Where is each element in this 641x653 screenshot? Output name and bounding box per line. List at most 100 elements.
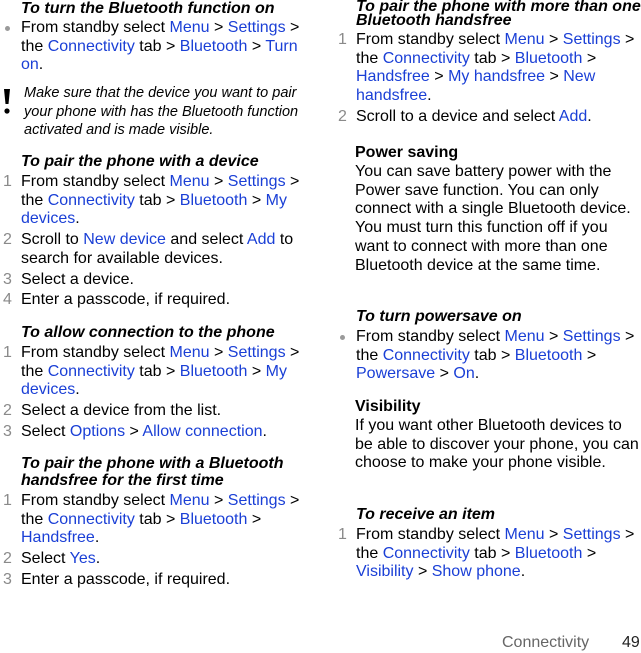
powersave-on-section: To turn powersave on From standby select… bbox=[335, 308, 641, 384]
text-run: and select bbox=[165, 231, 247, 249]
text-run: From standby select bbox=[21, 173, 170, 190]
menu-path-link[interactable]: Connectivity bbox=[383, 545, 470, 562]
menu-path-link[interactable]: Settings bbox=[563, 31, 621, 48]
text-run: Select bbox=[21, 550, 70, 568]
text-run: Scroll to bbox=[21, 231, 84, 249]
menu-path-link[interactable]: Connectivity bbox=[383, 347, 470, 364]
menu-path-link[interactable]: Options bbox=[70, 423, 125, 440]
menu-path-link[interactable]: Settings bbox=[228, 344, 286, 361]
subsection-title: Visibility bbox=[355, 398, 421, 415]
menu-path-link[interactable]: Settings bbox=[563, 526, 621, 543]
menu-path-link[interactable]: Handsfree bbox=[356, 68, 430, 85]
menu-path-link[interactable]: Settings bbox=[228, 19, 286, 36]
menu-path-link[interactable]: Menu bbox=[170, 492, 210, 509]
menu-path-link[interactable]: Yes bbox=[70, 550, 96, 567]
text-run: . bbox=[95, 550, 101, 568]
menu-path-link[interactable]: Settings bbox=[228, 492, 286, 509]
footer-section-name: Connectivity bbox=[502, 634, 590, 651]
bullet-icon bbox=[5, 26, 10, 31]
menu-path-link[interactable]: Bluetooth bbox=[180, 511, 248, 528]
step-text: Enter a passcode, if required. bbox=[21, 571, 230, 588]
step-number: 2 bbox=[3, 550, 12, 568]
bullet-item: From standby select Menu > Settings > th… bbox=[0, 19, 318, 75]
menu-path-link[interactable]: On bbox=[453, 365, 474, 382]
step-item: 4 Enter a passcode, if required. bbox=[0, 291, 318, 310]
bullet-icon bbox=[340, 335, 345, 340]
menu-path-link[interactable]: Bluetooth bbox=[515, 545, 583, 562]
menu-path-link[interactable]: Connectivity bbox=[48, 38, 135, 55]
section-heading: To pair the phone with a device bbox=[21, 153, 259, 170]
section-heading: To turn powersave on bbox=[356, 308, 522, 325]
text-run: . bbox=[75, 381, 80, 399]
step-text: From standby select Menu > Settings > th… bbox=[21, 492, 299, 546]
step-number: 3 bbox=[3, 422, 12, 440]
text-run: . bbox=[520, 563, 526, 581]
menu-path-link[interactable]: Connectivity bbox=[383, 50, 470, 67]
text-run: > bbox=[247, 362, 266, 380]
menu-path-link[interactable]: Connectivity bbox=[48, 192, 135, 209]
menu-path-link[interactable]: Powersave bbox=[356, 365, 435, 382]
subsection-title: Power saving bbox=[355, 144, 459, 161]
menu-path-link[interactable]: Menu bbox=[170, 173, 210, 190]
menu-path-link[interactable]: Connectivity bbox=[48, 363, 135, 380]
text-run: From standby select bbox=[356, 526, 505, 543]
text-run: > bbox=[247, 37, 266, 55]
allow-connection-section: To allow connection to the phone 1 From s… bbox=[0, 324, 318, 442]
step-item: 2 Scroll to New device and select Add to … bbox=[0, 231, 318, 268]
step-number: 2 bbox=[3, 231, 12, 249]
menu-path-link[interactable]: My handsfree bbox=[448, 68, 545, 85]
menu-path-link[interactable]: Bluetooth bbox=[180, 192, 248, 209]
text-run: . bbox=[262, 422, 267, 440]
visibility-section: Visibility If you want other Bluetooth d… bbox=[335, 398, 641, 473]
menu-path-link[interactable]: Menu bbox=[170, 19, 210, 36]
text-run: > bbox=[435, 365, 454, 383]
step-number: 1 bbox=[338, 31, 347, 48]
menu-path-link[interactable]: Add bbox=[247, 231, 275, 248]
menu-path-link[interactable]: Visibility bbox=[356, 563, 414, 580]
menu-path-link[interactable]: Bluetooth bbox=[515, 347, 583, 364]
step-item: 3 Select Options > Allow connection. bbox=[0, 423, 318, 442]
menu-path-link[interactable]: Add bbox=[559, 108, 587, 125]
menu-path-link[interactable]: Bluetooth bbox=[515, 50, 583, 67]
menu-path-link[interactable]: Bluetooth bbox=[180, 363, 248, 380]
menu-path-link[interactable]: Show phone bbox=[432, 563, 521, 580]
menu-path-link[interactable]: Bluetooth bbox=[180, 38, 248, 55]
step-text: Scroll to New device and select Add to s… bbox=[21, 231, 293, 267]
menu-path-link[interactable]: Connectivity bbox=[48, 511, 135, 528]
step-number: 2 bbox=[3, 402, 12, 420]
step-item: 1 From standby select Menu > Settings > t… bbox=[335, 31, 641, 106]
step-text: From standby select Menu > Settings > th… bbox=[356, 526, 634, 580]
menu-path-link[interactable]: Handsfree bbox=[21, 529, 95, 546]
text-run: > bbox=[209, 492, 228, 509]
text-run: From standby select bbox=[21, 344, 170, 361]
section-heading: To turn the Bluetooth function on bbox=[21, 0, 275, 17]
menu-path-link[interactable]: Menu bbox=[505, 31, 545, 48]
menu-path-link[interactable]: Menu bbox=[170, 344, 210, 361]
pair-multi-section: To pair the phone with more than one Blu… bbox=[335, 0, 641, 127]
step-text: Select Options > Allow connection. bbox=[21, 423, 267, 440]
text-run: > bbox=[413, 563, 432, 581]
menu-path-link[interactable]: Menu bbox=[505, 526, 545, 543]
step-item: 1 From standby select Menu > Settings > t… bbox=[0, 492, 318, 548]
step-item: 1 From standby select Menu > Settings > t… bbox=[335, 526, 641, 582]
step-number: 2 bbox=[338, 107, 347, 125]
menu-path-link[interactable]: Settings bbox=[563, 328, 621, 345]
text-run: . bbox=[75, 210, 80, 228]
step-number: 1 bbox=[3, 492, 12, 509]
bullet-text: From standby select Menu > Settings > th… bbox=[21, 19, 299, 73]
menu-path-link[interactable]: New device bbox=[83, 231, 166, 248]
text-run: > bbox=[429, 68, 449, 86]
step-item: 1 From standby select Menu > Settings > t… bbox=[0, 173, 318, 229]
text-run: . bbox=[94, 529, 100, 547]
menu-path-link[interactable]: Menu bbox=[505, 328, 545, 345]
page-number: 49 bbox=[622, 634, 640, 651]
step-number: 3 bbox=[3, 270, 12, 288]
text-run: > bbox=[544, 526, 563, 543]
step-item: 2 Select Yes. bbox=[0, 550, 318, 569]
note-text: Make sure that the device you want to pa… bbox=[24, 85, 299, 138]
menu-path-link[interactable]: Settings bbox=[228, 173, 286, 190]
menu-path-link[interactable]: Allow connection bbox=[142, 423, 262, 440]
step-item: 2 Select a device from the list. bbox=[0, 402, 318, 421]
step-item: 3 Select a device. bbox=[0, 271, 318, 290]
section-heading: To allow connection to the phone bbox=[21, 324, 275, 341]
